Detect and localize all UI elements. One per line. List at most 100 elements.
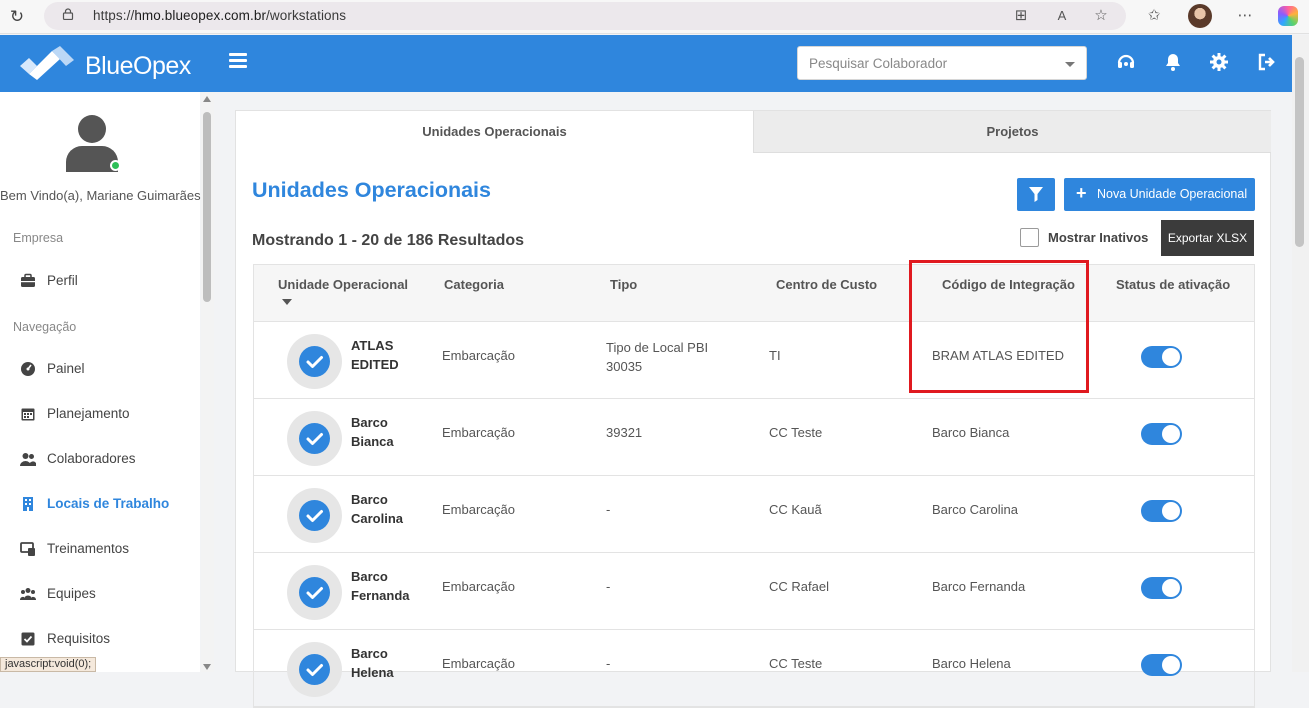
show-inactive-label: Mostrar Inativos (1048, 230, 1149, 245)
sort-desc-icon[interactable] (282, 299, 292, 305)
lock-icon (62, 8, 74, 20)
unit-badge-icon (287, 334, 342, 389)
bell-icon[interactable] (1163, 52, 1183, 72)
gear-icon[interactable] (1209, 52, 1229, 72)
sidebar-item-requisitos[interactable]: Requisitos (0, 621, 200, 657)
sidebar-scrollbar[interactable] (201, 92, 214, 672)
unit-name[interactable]: Barco Carolina (351, 490, 421, 528)
sidebar-item-colaboradores[interactable]: Colaboradores (0, 441, 200, 477)
status-toggle[interactable] (1141, 654, 1182, 676)
sidebar-item-planejamento[interactable]: Planejamento (0, 396, 200, 432)
export-xlsx-button[interactable]: Exportar XLSX (1161, 220, 1254, 256)
logout-icon[interactable] (1257, 52, 1277, 72)
sidebar-item-treinamentos[interactable]: Treinamentos (0, 531, 200, 567)
page-scrollbar[interactable] (1292, 35, 1309, 672)
app-header: BlueOpex Pesquisar Colaborador (0, 35, 1292, 92)
read-aloud-icon[interactable]: A (1052, 6, 1072, 26)
table-row[interactable]: Barco Carolina Embarcação - CC Kauã Barc… (254, 476, 1254, 553)
sidebar-item-label: Planejamento (47, 406, 130, 421)
brand-name: BlueOpex (85, 52, 191, 80)
unit-type: - (606, 656, 611, 671)
show-inactive-checkbox[interactable] (1020, 228, 1039, 247)
training-icon (20, 542, 35, 556)
unit-name[interactable]: Barco Fernanda (351, 567, 421, 605)
app-grid-icon[interactable]: ⊞ (1011, 6, 1031, 26)
sidebar: Bem Vindo(a), Mariane Guimarães Empresa … (0, 92, 201, 672)
dashboard-icon (21, 362, 35, 376)
status-toggle[interactable] (1141, 577, 1182, 599)
headset-icon[interactable] (1116, 52, 1136, 72)
chevron-down-icon (1065, 62, 1075, 67)
sidebar-scrollbar-thumb[interactable] (203, 112, 211, 302)
unit-badge-icon (287, 565, 342, 620)
table-row[interactable]: Barco Bianca Embarcação 39321 CC Teste B… (254, 399, 1254, 476)
unit-badge-icon (287, 488, 342, 543)
online-status-dot (110, 160, 121, 171)
tab-unidades-operacionais[interactable]: Unidades Operacionais (236, 111, 753, 153)
menu-toggle-icon[interactable] (229, 53, 247, 69)
new-operational-unit-button[interactable]: + Nova Unidade Operacional (1064, 178, 1255, 211)
more-menu-icon[interactable]: ⋯ (1235, 6, 1255, 26)
unit-cost-center: TI (769, 348, 781, 363)
table-row[interactable]: Barco Helena Embarcação - CC Teste Barco… (254, 630, 1254, 707)
unit-integration-code: Barco Fernanda (932, 579, 1026, 594)
sidebar-item-label: Requisitos (47, 631, 111, 646)
status-bar-link: javascript:void(0); (0, 657, 97, 672)
table-header: Unidade Operacional Categoria Tipo Centr… (254, 265, 1254, 322)
unit-integration-code: Barco Carolina (932, 502, 1018, 517)
scroll-up-arrow-icon[interactable] (203, 96, 211, 102)
column-header-centro-custo: Centro de Custo (776, 277, 878, 292)
favorite-star-icon[interactable]: ☆ (1091, 6, 1111, 26)
copilot-icon[interactable] (1278, 6, 1298, 26)
url-host: hmo.blueopex.com.br (134, 8, 267, 23)
unit-category: Embarcação (442, 425, 515, 440)
unit-type: - (606, 579, 611, 594)
column-header-unidade[interactable]: Unidade Operacional (278, 277, 408, 292)
building-icon (23, 497, 33, 511)
collaborator-search-select[interactable]: Pesquisar Colaborador (797, 46, 1087, 80)
column-header-status: Status de ativação (1116, 277, 1231, 292)
column-header-categoria: Categoria (444, 277, 504, 292)
status-toggle[interactable] (1141, 346, 1182, 368)
page-scrollbar-thumb[interactable] (1295, 57, 1304, 247)
logo-icon (20, 46, 74, 80)
users-icon (20, 453, 36, 466)
welcome-text: Bem Vindo(a), Mariane Guimarães (0, 188, 201, 203)
browser-toolbar: ↻ https://hmo.blueopex.com.br/workstatio… (0, 0, 1309, 34)
new-button-label: Nova Unidade Operacional (1097, 187, 1248, 201)
sidebar-item-label: Treinamentos (47, 541, 130, 556)
favorites-icon[interactable]: ✩ (1144, 6, 1164, 26)
sidebar-item-label: Locais de Trabalho (47, 496, 170, 511)
sidebar-item-painel[interactable]: Painel (0, 351, 200, 387)
status-toggle[interactable] (1141, 500, 1182, 522)
unit-integration-code: Barco Helena (932, 656, 1011, 671)
unit-name[interactable]: Barco Bianca (351, 413, 421, 451)
section-label-navigation: Navegação (13, 320, 77, 334)
table-row[interactable]: Barco Fernanda Embarcação - CC Rafael Ba… (254, 553, 1254, 630)
status-toggle[interactable] (1141, 423, 1182, 445)
unit-type: Tipo de Local PBI 30035 (606, 340, 709, 374)
table-row[interactable]: ATLAS EDITED Embarcação Tipo de Local PB… (254, 322, 1254, 399)
unit-type: 39321 (606, 425, 643, 440)
unit-name[interactable]: Barco Helena (351, 644, 421, 682)
unit-category: Embarcação (442, 502, 515, 517)
column-header-tipo: Tipo (610, 277, 638, 292)
sidebar-item-perfil[interactable]: Perfil (0, 263, 200, 299)
team-icon (20, 588, 36, 600)
unit-name[interactable]: ATLAS EDITED (351, 336, 421, 374)
unit-category: Embarcação (442, 348, 515, 363)
url-text[interactable]: https://hmo.blueopex.com.br/workstations (93, 8, 346, 23)
url-scheme: https:// (93, 8, 135, 23)
unit-cost-center: CC Teste (769, 656, 823, 671)
tab-projetos[interactable]: Projetos (753, 111, 1271, 153)
unit-category: Embarcação (442, 579, 515, 594)
filter-button[interactable] (1017, 178, 1055, 211)
reload-icon[interactable]: ↻ (6, 6, 28, 28)
sidebar-item-locais-de-trabalho[interactable]: Locais de Trabalho (0, 486, 200, 522)
profile-avatar[interactable] (1188, 4, 1212, 28)
unit-category: Embarcação (442, 656, 515, 671)
sidebar-item-equipes[interactable]: Equipes (0, 576, 200, 612)
filter-icon (1029, 187, 1043, 202)
results-count: Mostrando 1 - 20 de 186 Resultados (252, 232, 525, 249)
scroll-down-arrow-icon[interactable] (203, 664, 211, 670)
